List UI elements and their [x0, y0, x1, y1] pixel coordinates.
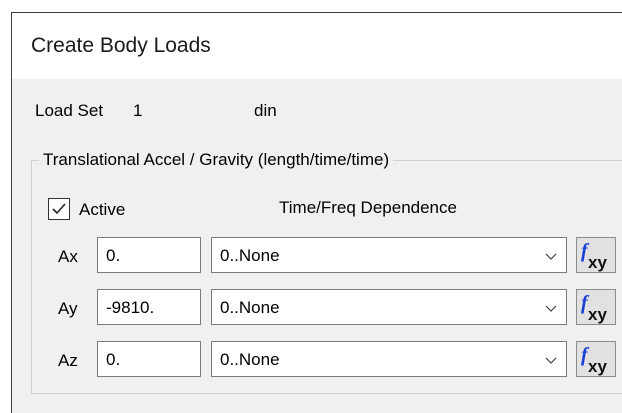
ax-dependence-value: 0..None [220, 246, 280, 265]
az-dependence-value: 0..None [220, 350, 280, 369]
fxy-function-icon: f xy [581, 344, 607, 376]
ay-function-button[interactable]: f xy [576, 289, 616, 325]
checkmark-icon [52, 203, 66, 215]
az-label: Az [58, 351, 78, 370]
active-checkbox[interactable] [48, 198, 70, 220]
chevron-down-icon [545, 305, 557, 312]
ay-dependence-value: 0..None [220, 298, 280, 317]
ax-dependence-select[interactable]: 0..None [211, 237, 567, 273]
fxy-function-icon: f xy [581, 292, 607, 324]
dialog-title: Create Body Loads [31, 34, 211, 57]
svg-text:xy: xy [588, 253, 607, 272]
chevron-down-icon [545, 357, 557, 364]
az-dependence-select[interactable]: 0..None [211, 341, 567, 377]
group-label: Translational Accel / Gravity (length/ti… [39, 150, 394, 170]
ax-function-button[interactable]: f xy [576, 237, 616, 273]
active-label[interactable]: Active [79, 200, 125, 220]
svg-text:xy: xy [588, 305, 607, 324]
ay-value-input[interactable]: -9810. [97, 289, 201, 325]
svg-text:xy: xy [588, 357, 607, 376]
dependence-header: Time/Freq Dependence [279, 198, 457, 217]
load-set-number: 1 [133, 101, 143, 120]
load-set-name: din [254, 101, 277, 120]
ax-value-input[interactable]: 0. [97, 237, 201, 273]
create-body-loads-dialog: Create Body Loads Load Set 1 din Transla… [11, 12, 622, 413]
ay-dependence-select[interactable]: 0..None [211, 289, 567, 325]
az-function-button[interactable]: f xy [576, 341, 616, 377]
chevron-down-icon [545, 253, 557, 260]
fxy-function-icon: f xy [581, 240, 607, 272]
ax-label: Ax [58, 247, 78, 266]
title-bar: Create Body Loads [12, 13, 622, 79]
load-set-label: Load Set [35, 101, 104, 120]
az-value-input[interactable]: 0. [97, 341, 201, 377]
ay-label: Ay [58, 299, 78, 318]
